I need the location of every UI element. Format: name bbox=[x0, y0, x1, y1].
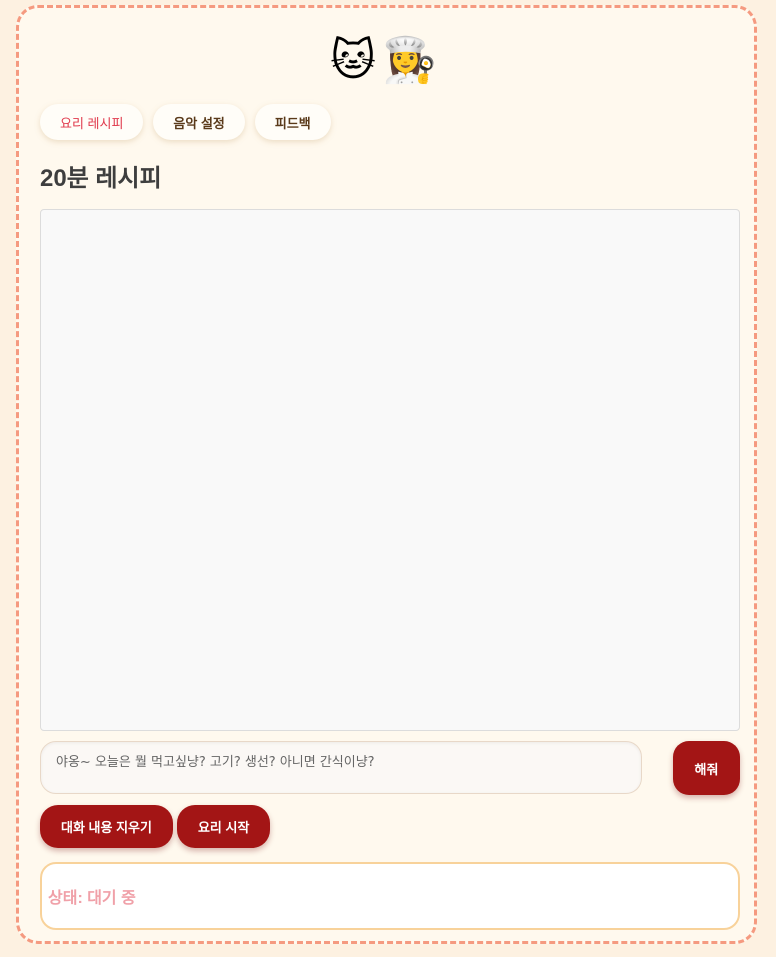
page-title: 20분 레시피 bbox=[40, 165, 162, 192]
app-frame: 🐱👩‍🍳 요리 레시피 음악 설정 피드백 20분 레시피 해줘 대화 내용 지… bbox=[16, 5, 757, 944]
tab-recipe[interactable]: 요리 레시피 bbox=[40, 104, 144, 140]
action-row: 대화 내용 지우기 요리 시작 bbox=[40, 805, 271, 848]
message-input[interactable] bbox=[40, 741, 642, 794]
input-row: 해줘 bbox=[40, 741, 740, 795]
mascot-icons: 🐱👩‍🍳 bbox=[330, 35, 443, 86]
chat-history[interactable] bbox=[40, 209, 740, 731]
send-button[interactable]: 해줘 bbox=[673, 741, 740, 795]
start-cooking-button[interactable]: 요리 시작 bbox=[176, 805, 271, 848]
tab-bar: 요리 레시피 음악 설정 피드백 bbox=[40, 104, 331, 140]
status-text: 상태: 대기 중 bbox=[48, 890, 136, 907]
status-box: 상태: 대기 중 bbox=[40, 862, 740, 930]
tab-feedback[interactable]: 피드백 bbox=[254, 104, 331, 140]
clear-chat-button[interactable]: 대화 내용 지우기 bbox=[40, 805, 173, 848]
tab-music-settings[interactable]: 음악 설정 bbox=[153, 104, 245, 140]
